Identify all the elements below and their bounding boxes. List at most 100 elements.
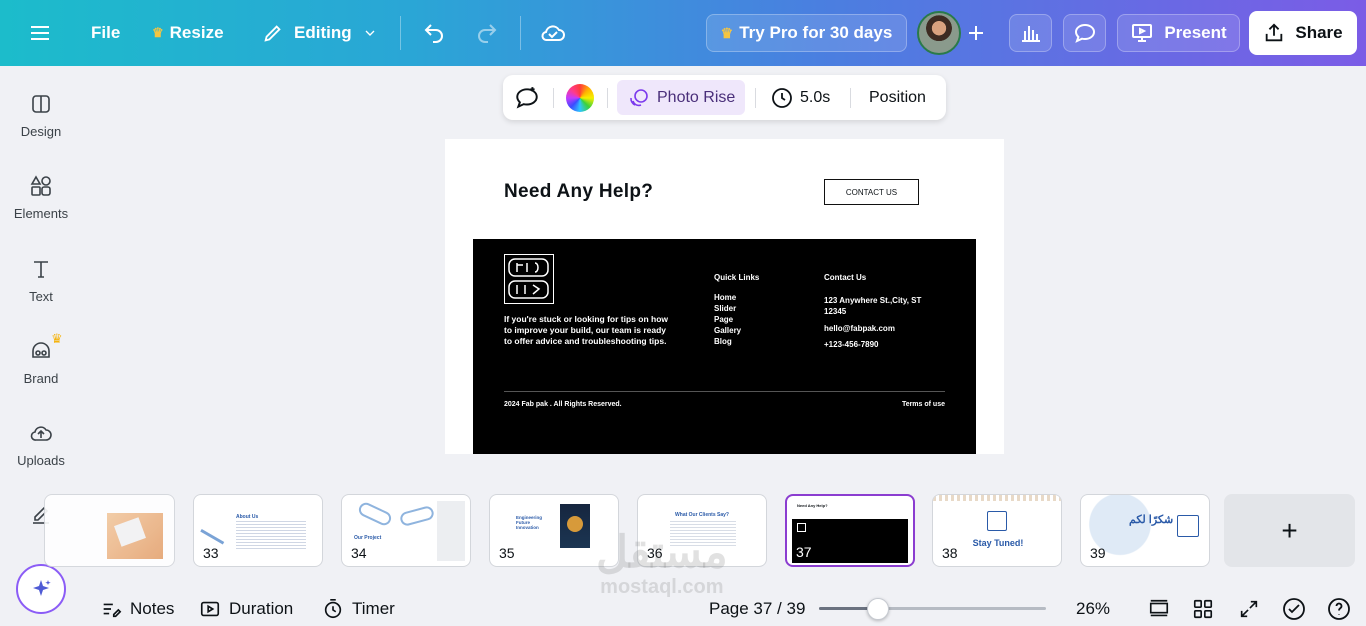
page-thumbnail-33[interactable]: About Us 33 bbox=[193, 494, 323, 567]
notes-button[interactable]: Notes bbox=[100, 597, 174, 621]
duration-button[interactable]: Duration bbox=[199, 597, 293, 621]
notes-icon bbox=[103, 603, 122, 618]
bar-chart-icon bbox=[1021, 26, 1040, 42]
quick-link: Gallery bbox=[714, 326, 742, 335]
page-view-button[interactable] bbox=[1148, 597, 1178, 621]
comment-plus-icon bbox=[516, 86, 538, 109]
add-page-button[interactable]: + bbox=[1224, 494, 1355, 567]
thumbnail-title: Engineering Future Innovation bbox=[516, 515, 543, 530]
position-button[interactable]: Position bbox=[869, 75, 926, 120]
timer-button[interactable]: Timer bbox=[322, 597, 395, 621]
crown-icon: ♛ bbox=[152, 25, 164, 40]
quick-link: Home bbox=[714, 293, 737, 302]
page-thumbnail-38[interactable]: Stay Tuned! 38 bbox=[932, 494, 1062, 567]
zoom-level[interactable]: 26% bbox=[1076, 597, 1110, 621]
share-button[interactable]: Share bbox=[1249, 11, 1357, 55]
zoom-slider-handle[interactable] bbox=[867, 598, 889, 620]
page-thumbnail-37[interactable]: Need Any Help? 37 bbox=[785, 494, 915, 567]
present-label: Present bbox=[1164, 23, 1227, 42]
page-indicator[interactable]: Page 37 / 39 bbox=[709, 597, 805, 621]
page-thumbnail-34[interactable]: Our Project 34 bbox=[341, 494, 471, 567]
thumbnail-title: Our Project bbox=[354, 535, 382, 541]
page-thumbnail-32[interactable] bbox=[44, 494, 175, 567]
zoom-level-label: 26% bbox=[1076, 599, 1111, 618]
avatar[interactable] bbox=[917, 11, 961, 55]
sidebar-item-label: Elements bbox=[13, 206, 69, 221]
quick-links-title: Quick Links bbox=[714, 273, 760, 282]
thumbnail-number: 37 bbox=[796, 544, 812, 560]
thumbnail-number: 35 bbox=[499, 545, 515, 561]
contact-email: hello@fabpak.com bbox=[824, 324, 895, 333]
contact-address: 123 Anywhere St.,City, ST 12345 bbox=[824, 296, 922, 316]
thumbnail-number: 39 bbox=[1090, 545, 1106, 561]
expand-icon bbox=[1240, 600, 1258, 618]
resize-button[interactable]: ♛ Resize bbox=[152, 14, 224, 52]
duration-label: Duration bbox=[229, 599, 294, 618]
sidebar-item-label: Uploads bbox=[17, 453, 65, 468]
share-label: Share bbox=[1295, 23, 1343, 42]
try-pro-button[interactable]: ♛ Try Pro for 30 days bbox=[706, 14, 907, 52]
position-label: Position bbox=[869, 88, 926, 106]
redo-button[interactable] bbox=[475, 14, 499, 52]
sidebar-item-label: Design bbox=[20, 124, 62, 139]
resize-label: Resize bbox=[169, 23, 224, 42]
footer-block[interactable]: If you're stuck or looking for tips on h… bbox=[473, 239, 976, 454]
animation-button[interactable]: Photo Rise bbox=[617, 80, 746, 115]
sidebar-item-uploads[interactable]: Uploads bbox=[0, 421, 82, 468]
footer-divider bbox=[504, 391, 945, 392]
fullscreen-button[interactable] bbox=[1238, 597, 1268, 621]
add-comment-button[interactable] bbox=[514, 75, 540, 120]
page-thumbnail-39[interactable]: شكرًا لكم 39 bbox=[1080, 494, 1210, 567]
hamburger-icon bbox=[31, 26, 49, 40]
contact-phone: +123-456-7890 bbox=[824, 340, 879, 349]
duration-label: 5.0s bbox=[800, 88, 831, 106]
thumbnail-number: 38 bbox=[942, 545, 958, 561]
page-thumbnail-35[interactable]: Engineering Future Innovation 35 bbox=[489, 494, 619, 567]
sidebar-item-design[interactable]: Design bbox=[0, 92, 82, 139]
fabpak-logo[interactable] bbox=[504, 254, 554, 304]
element-toolbar: Photo Rise 5.0s Position bbox=[503, 75, 946, 120]
comments-button[interactable] bbox=[1063, 14, 1106, 52]
contact-us-button[interactable]: CONTACT US bbox=[824, 179, 919, 205]
page-heading[interactable]: Need Any Help? bbox=[504, 181, 653, 203]
thumbnail-title: Need Any Help? bbox=[797, 503, 828, 508]
timing-button[interactable]: 5.0s bbox=[770, 75, 830, 120]
zoom-slider[interactable] bbox=[819, 607, 1046, 610]
animation-icon bbox=[630, 88, 648, 106]
sidebar-item-text[interactable]: Text bbox=[0, 257, 82, 304]
thumbnail-number: 34 bbox=[351, 545, 367, 561]
color-picker-button[interactable] bbox=[566, 75, 594, 120]
sidebar-item-brand[interactable]: ♛ Brand bbox=[0, 331, 82, 386]
check-button[interactable] bbox=[1282, 597, 1314, 621]
thumbnail-title: What Our Clients Say? bbox=[675, 512, 729, 518]
insights-button[interactable] bbox=[1009, 14, 1052, 52]
sidebar-item-elements[interactable]: Elements bbox=[0, 174, 82, 221]
footer-description: If you're stuck or looking for tips on h… bbox=[504, 314, 668, 346]
share-icon bbox=[1266, 23, 1283, 42]
elements-icon bbox=[30, 175, 51, 196]
present-button[interactable]: Present bbox=[1117, 14, 1240, 52]
chevron-down-icon bbox=[365, 30, 375, 36]
page-thumbnail-36[interactable]: What Our Clients Say? 36 bbox=[637, 494, 767, 567]
file-menu-button[interactable]: File bbox=[91, 14, 120, 52]
copyright-text: 2024 Fab pak . All Rights Reserved. bbox=[504, 401, 622, 408]
magic-assistant-button[interactable] bbox=[16, 564, 66, 614]
plus-icon: + bbox=[1281, 514, 1298, 546]
menu-button[interactable] bbox=[28, 14, 52, 52]
cloud-save-status[interactable] bbox=[540, 14, 566, 52]
quick-link: Page bbox=[714, 315, 734, 324]
help-button[interactable] bbox=[1327, 597, 1359, 621]
editing-mode-button[interactable]: Editing bbox=[262, 14, 378, 52]
add-collaborator-button[interactable] bbox=[964, 14, 988, 52]
animation-label: Photo Rise bbox=[657, 88, 736, 106]
thumbnail-number: 33 bbox=[203, 545, 219, 561]
design-page[interactable]: Need Any Help? CONTACT US If you're stuc… bbox=[445, 139, 1004, 454]
undo-button[interactable] bbox=[422, 14, 446, 52]
help-icon bbox=[1328, 598, 1350, 620]
grid-view-button[interactable] bbox=[1192, 597, 1222, 621]
sidebar-item-label: Brand bbox=[23, 371, 59, 386]
page-view-icon bbox=[1149, 599, 1169, 617]
grid-icon bbox=[1193, 599, 1213, 619]
page-indicator-label: Page 37 / 39 bbox=[709, 599, 806, 618]
editing-label: Editing bbox=[294, 23, 352, 42]
